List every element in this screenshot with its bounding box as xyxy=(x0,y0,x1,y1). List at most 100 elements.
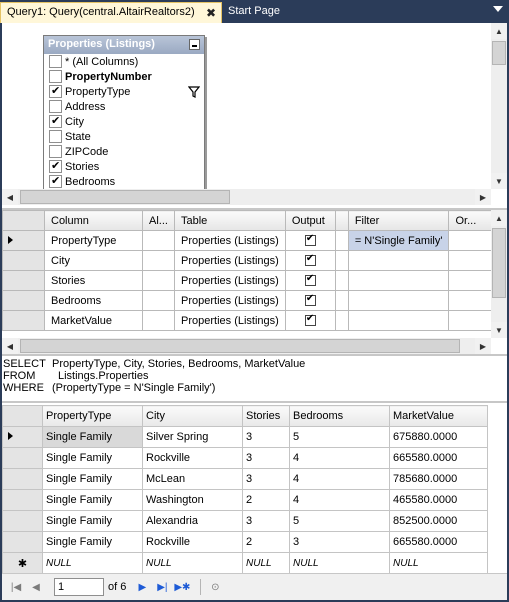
criteria-cell-alias[interactable] xyxy=(142,270,175,291)
minimize-icon[interactable] xyxy=(189,39,200,50)
results-row-header[interactable] xyxy=(2,489,43,511)
results-cell[interactable]: 4 xyxy=(289,447,390,469)
scroll-thumb[interactable] xyxy=(492,41,506,65)
results-cell[interactable]: Single Family xyxy=(42,510,143,532)
results-cell[interactable]: Single Family xyxy=(42,447,143,469)
last-record-icon[interactable]: ▶| xyxy=(154,579,170,595)
output-checkbox[interactable] xyxy=(304,293,316,307)
scroll-up-icon[interactable]: ▲ xyxy=(491,210,507,226)
results-cell[interactable]: 3 xyxy=(242,426,290,448)
criteria-cell-sort[interactable] xyxy=(334,270,349,291)
scroll-thumb[interactable] xyxy=(20,190,230,204)
criteria-row[interactable]: Bedrooms Properties (Listings) xyxy=(2,290,496,311)
scroll-down-icon[interactable]: ▼ xyxy=(491,173,507,189)
results-cell[interactable]: 785680.0000 xyxy=(389,468,488,490)
column-checkbox[interactable] xyxy=(49,130,62,143)
results-cell[interactable]: 465580.0000 xyxy=(389,489,488,511)
column-checkbox[interactable] xyxy=(49,84,62,98)
results-row-header[interactable] xyxy=(2,426,43,448)
stop-icon[interactable]: ⊙ xyxy=(207,579,223,595)
table-window-title[interactable]: Properties (Listings) xyxy=(44,36,204,54)
results-header-bedrooms[interactable]: Bedrooms xyxy=(289,405,390,427)
table-window-properties[interactable]: Properties (Listings) * (All Columns) Pro… xyxy=(43,35,205,193)
criteria-header-column[interactable]: Column xyxy=(44,210,143,231)
results-cell[interactable]: 675880.0000 xyxy=(389,426,488,448)
criteria-row[interactable]: Stories Properties (Listings) xyxy=(2,270,496,291)
results-cell[interactable]: 5 xyxy=(289,426,390,448)
criteria-cell-table[interactable]: Properties (Listings) xyxy=(174,310,286,331)
current-page-input[interactable] xyxy=(54,578,104,596)
criteria-cell-or[interactable] xyxy=(448,250,496,271)
criteria-cell-sort[interactable] xyxy=(334,290,349,311)
criteria-row-header[interactable] xyxy=(2,230,45,251)
results-null-cell[interactable]: NULL xyxy=(389,552,488,574)
new-row-icon[interactable]: ✱ xyxy=(2,552,43,574)
criteria-cell-filter[interactable] xyxy=(347,290,450,311)
criteria-row[interactable]: PropertyType Properties (Listings) = N'Sin… xyxy=(2,230,496,251)
criteria-cell-alias[interactable] xyxy=(142,290,175,311)
table-row[interactable]: Single Family Washington 2 4 465580.0000 xyxy=(2,489,488,511)
criteria-cell-output[interactable] xyxy=(284,290,336,311)
criteria-header-or[interactable]: Or... xyxy=(448,210,496,231)
new-row[interactable]: ✱ NULL NULL NULL NULL NULL xyxy=(2,552,488,574)
results-cell[interactable]: Alexandria xyxy=(142,510,243,532)
criteria-cell-or[interactable] xyxy=(448,230,496,251)
criteria-cell-column[interactable]: City xyxy=(44,250,143,271)
criteria-header-filter[interactable]: Filter xyxy=(347,210,450,231)
criteria-cell-alias[interactable] xyxy=(142,310,175,331)
criteria-cell-table[interactable]: Properties (Listings) xyxy=(174,250,286,271)
scroll-thumb[interactable] xyxy=(492,228,506,298)
results-cell[interactable]: 3 xyxy=(289,531,390,553)
first-record-icon[interactable]: |◀ xyxy=(8,579,24,595)
results-header-marketvalue[interactable]: MarketValue xyxy=(389,405,488,427)
table-row[interactable]: Single Family Silver Spring 3 5 675880.0000 xyxy=(2,426,488,448)
results-null-cell[interactable]: NULL xyxy=(242,552,290,574)
results-row-header[interactable] xyxy=(2,510,43,532)
criteria-cell-or[interactable] xyxy=(448,310,496,331)
criteria-cell-alias[interactable] xyxy=(142,230,175,251)
criteria-cell-table[interactable]: Properties (Listings) xyxy=(174,290,286,311)
criteria-cell-filter[interactable] xyxy=(347,270,450,291)
diagram-vertical-scrollbar[interactable]: ▲ ▼ xyxy=(491,23,507,189)
results-cell[interactable]: 3 xyxy=(242,447,290,469)
results-null-cell[interactable]: NULL xyxy=(42,552,143,574)
results-cell[interactable]: 4 xyxy=(289,468,390,490)
criteria-cell-alias[interactable] xyxy=(142,250,175,271)
criteria-cell-output[interactable] xyxy=(284,230,336,251)
column-list-item[interactable]: * (All Columns) xyxy=(44,54,204,69)
criteria-header-table[interactable]: Table xyxy=(174,210,286,231)
tab-query1[interactable]: Query1: Query(central.AltairRealtors2) ✖ xyxy=(0,2,222,23)
results-row-header[interactable] xyxy=(2,531,43,553)
scroll-left-icon[interactable]: ◀ xyxy=(2,189,18,205)
results-null-cell[interactable]: NULL xyxy=(142,552,243,574)
scroll-right-icon[interactable]: ▶ xyxy=(475,338,491,354)
criteria-cell-table[interactable]: Properties (Listings) xyxy=(174,270,286,291)
criteria-cell-sort[interactable] xyxy=(334,250,349,271)
results-cell[interactable]: 852500.0000 xyxy=(389,510,488,532)
results-cell[interactable]: Rockville xyxy=(142,531,243,553)
output-checkbox[interactable] xyxy=(304,233,316,247)
criteria-cell-column[interactable]: Stories xyxy=(44,270,143,291)
new-record-icon[interactable]: ▶✱ xyxy=(174,579,190,595)
criteria-header-alias[interactable]: Al... xyxy=(142,210,175,231)
column-list-item[interactable]: Bedrooms xyxy=(44,174,204,189)
criteria-row[interactable]: MarketValue Properties (Listings) xyxy=(2,310,496,331)
results-cell[interactable]: Single Family xyxy=(42,468,143,490)
next-record-icon[interactable]: ▶ xyxy=(134,579,150,595)
results-cell[interactable]: Washington xyxy=(142,489,243,511)
table-row[interactable]: Single Family Rockville 2 3 665580.0000 xyxy=(2,531,488,553)
column-list-item[interactable]: PropertyNumber xyxy=(44,69,204,84)
column-list-item[interactable]: PropertyType xyxy=(44,84,204,99)
criteria-cell-column[interactable]: MarketValue xyxy=(44,310,143,331)
results-row-header[interactable] xyxy=(2,447,43,469)
output-checkbox[interactable] xyxy=(304,273,316,287)
criteria-cell-column[interactable]: Bedrooms xyxy=(44,290,143,311)
results-header-city[interactable]: City xyxy=(142,405,243,427)
tab-start-page[interactable]: Start Page xyxy=(224,2,286,23)
column-checkbox[interactable] xyxy=(49,70,62,83)
scroll-thumb[interactable] xyxy=(20,339,460,353)
criteria-cell-filter[interactable]: = N'Single Family' xyxy=(347,230,450,251)
scroll-up-icon[interactable]: ▲ xyxy=(491,23,507,39)
diagram-horizontal-scrollbar[interactable]: ◀ ▶ xyxy=(2,189,491,205)
criteria-cell-table[interactable]: Properties (Listings) xyxy=(174,230,286,251)
